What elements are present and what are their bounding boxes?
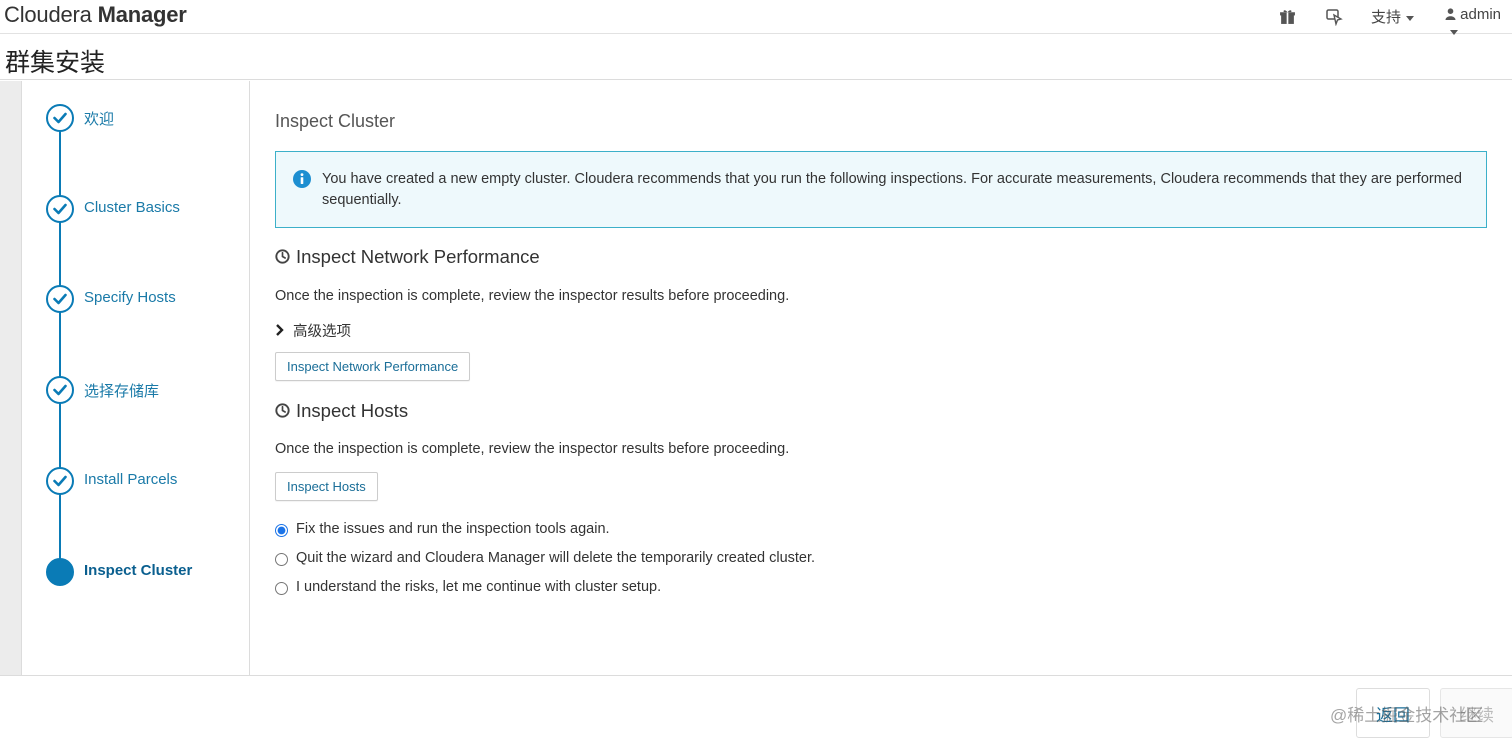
info-alert: You have created a new empty cluster. Cl… (275, 151, 1487, 228)
back-button[interactable]: 返回 (1356, 688, 1430, 738)
hosts-desc: Once the inspection is complete, review … (275, 441, 790, 457)
info-icon (293, 170, 311, 188)
chevron-down-icon (1450, 29, 1458, 35)
hosts-heading: Inspect Hosts (275, 400, 408, 422)
check-icon (53, 112, 67, 124)
support-menu[interactable]: 支持 (1371, 6, 1415, 27)
chevron-down-icon (1406, 15, 1415, 21)
chevron-right-icon (276, 324, 284, 336)
radio-fix-issues[interactable] (275, 524, 288, 537)
step-label: Install Parcels (84, 471, 178, 488)
step-label: 欢迎 (84, 111, 115, 128)
inspect-network-button[interactable]: Inspect Network Performance (275, 352, 471, 381)
clock-icon (275, 403, 290, 418)
hosts-heading-text: Inspect Hosts (296, 400, 409, 421)
network-heading-text: Inspect Network Performance (296, 246, 540, 267)
step-done-circle (46, 104, 74, 132)
step-label: Cluster Basics (84, 199, 180, 216)
support-label: 支持 (1371, 9, 1402, 26)
main-content: Inspect Cluster You have created a new e… (250, 81, 1512, 675)
page-title-bar: 群集安装 (0, 35, 1512, 80)
option-label: Quit the wizard and Cloudera Manager wil… (296, 550, 816, 566)
check-icon (53, 203, 67, 215)
step-label: Inspect Cluster (84, 562, 193, 579)
user-icon (1445, 8, 1456, 20)
network-heading: Inspect Network Performance (275, 246, 540, 268)
clock-icon (275, 249, 290, 264)
left-gutter (0, 81, 22, 675)
wizard-footer: 返回 继续 @稀土掘金技术社区 (0, 675, 1512, 741)
option-label: I understand the risks, let me continue … (296, 579, 662, 595)
brand-bold: Manager (97, 2, 187, 27)
step-active-circle (46, 558, 74, 586)
top-navbar: Cloudera Manager 支持 admin (0, 0, 1512, 35)
check-icon (53, 293, 67, 305)
step-done-circle (46, 195, 74, 223)
continue-button[interactable]: 继续 (1440, 688, 1512, 738)
info-text: You have created a new empty cluster. Cl… (322, 171, 1462, 208)
advanced-options-toggle[interactable]: 高级选项 (275, 320, 351, 341)
step-done-circle (46, 376, 74, 404)
steps-connector-line (59, 117, 61, 572)
option-label: Fix the issues and run the inspection to… (296, 521, 610, 537)
cursor-sparkle-icon[interactable] (1325, 8, 1343, 27)
page-title: 群集安装 (5, 49, 106, 77)
user-label: admin (1460, 6, 1502, 23)
step-label: 选择存储库 (84, 383, 160, 400)
step-done-circle (46, 285, 74, 313)
advanced-options-label: 高级选项 (293, 324, 351, 340)
brand-light: Cloudera (4, 2, 98, 27)
check-icon (53, 384, 67, 396)
step-label: Specify Hosts (84, 289, 176, 306)
step-done-circle (46, 467, 74, 495)
wizard-steps: 欢迎 Cluster Basics Specify Hosts 选择存储库 In… (22, 81, 250, 675)
radio-quit-wizard[interactable] (275, 553, 288, 566)
radio-continue-risks[interactable] (275, 582, 288, 595)
check-icon (53, 475, 67, 487)
network-desc: Once the inspection is complete, review … (275, 288, 790, 304)
brand-logo[interactable]: Cloudera Manager (4, 2, 187, 28)
section-title: Inspect Cluster (275, 111, 396, 131)
gift-icon[interactable] (1279, 8, 1297, 26)
inspect-hosts-button[interactable]: Inspect Hosts (275, 472, 378, 501)
